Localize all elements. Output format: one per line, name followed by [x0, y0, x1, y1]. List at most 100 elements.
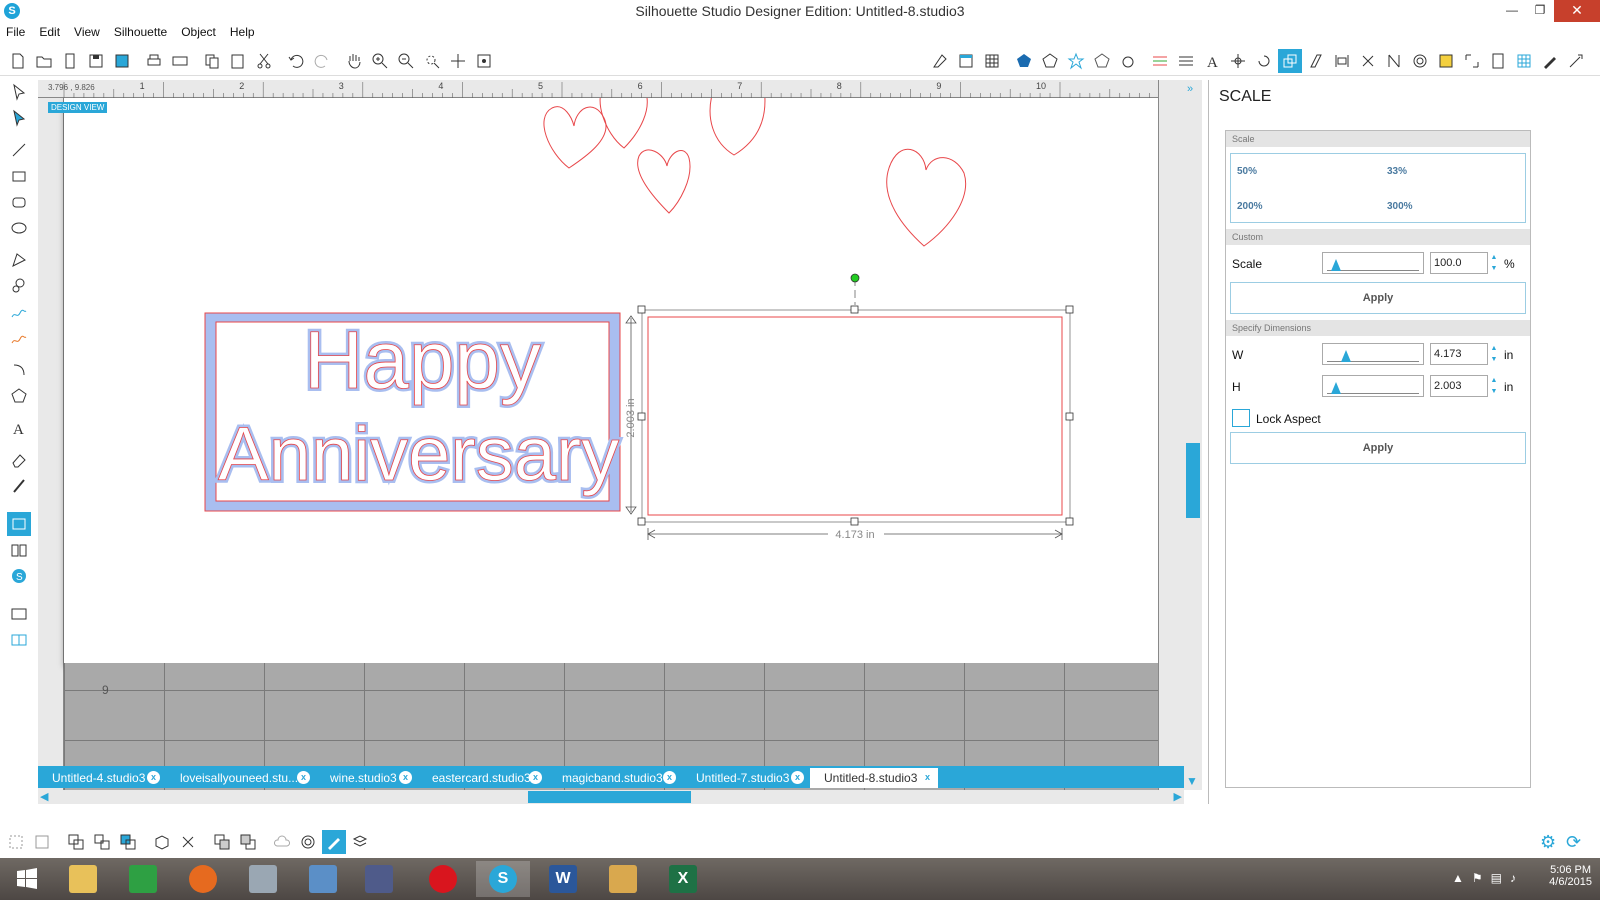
zoom-in-icon[interactable] [368, 49, 392, 73]
layers-icon[interactable] [348, 830, 372, 854]
menu-edit[interactable]: Edit [39, 25, 60, 39]
open-library-icon[interactable] [58, 49, 82, 73]
maps-icon[interactable] [596, 861, 650, 897]
silhouette-store-icon[interactable]: S [7, 564, 31, 588]
horizontal-scrollbar[interactable]: ◀ ▶ [38, 790, 1184, 804]
transform-icon[interactable] [1226, 49, 1250, 73]
line-style-icon[interactable] [1116, 49, 1140, 73]
close-tab-icon[interactable]: x [147, 771, 160, 784]
height-input[interactable]: 2.003 [1430, 375, 1488, 397]
sync-icon[interactable]: ⟳ [1566, 832, 1588, 854]
ungroup-icon[interactable] [30, 830, 54, 854]
ellipse-tool-icon[interactable] [7, 216, 31, 240]
fill-gradient-icon[interactable] [1038, 49, 1062, 73]
width-input[interactable]: 4.173 [1430, 343, 1488, 365]
rotate-icon[interactable] [1252, 49, 1276, 73]
shear-icon[interactable] [1304, 49, 1328, 73]
preset-33[interactable]: 33% [1387, 166, 1407, 177]
control-panel-icon[interactable] [296, 861, 350, 897]
rectangle-tool-icon[interactable] [7, 164, 31, 188]
make-compound-path-icon[interactable] [64, 830, 88, 854]
trace-icon[interactable] [1434, 49, 1458, 73]
cut-icon[interactable] [252, 49, 276, 73]
fit-to-page-icon[interactable] [472, 49, 496, 73]
delete-icon[interactable] [176, 830, 200, 854]
smooth-freehand-tool-icon[interactable] [7, 326, 31, 350]
single-view-icon[interactable] [7, 602, 31, 626]
modify-icon[interactable] [1382, 49, 1406, 73]
action-center-flag-icon[interactable]: ⚑ [1472, 871, 1483, 885]
scale-icon[interactable] [1278, 49, 1302, 73]
menu-help[interactable]: Help [230, 25, 255, 39]
start-button[interactable] [0, 861, 54, 897]
horizontal-scroll-thumb[interactable] [528, 791, 691, 803]
select-tool-icon[interactable] [7, 80, 31, 104]
height-slider[interactable] [1322, 375, 1424, 397]
close-tab-icon[interactable]: x [921, 771, 934, 784]
cut-grid-icon[interactable] [1512, 49, 1536, 73]
offset-icon[interactable] [1408, 49, 1432, 73]
menu-object[interactable]: Object [181, 25, 216, 39]
tab-untitled-7[interactable]: Untitled-7.studio3 x [682, 768, 808, 788]
print-icon[interactable] [142, 49, 166, 73]
line-weight-icon[interactable] [1174, 49, 1198, 73]
split-view-icon[interactable] [7, 628, 31, 652]
menu-file[interactable]: File [6, 25, 25, 39]
scroll-thumb[interactable] [1186, 443, 1200, 518]
paint-icon[interactable] [352, 861, 406, 897]
close-tab-icon[interactable]: x [297, 771, 310, 784]
line-color-icon[interactable] [1090, 49, 1114, 73]
height-spinner[interactable]: ▲ ▼ [1489, 375, 1499, 397]
send-to-back-icon[interactable] [236, 830, 260, 854]
rotate-handle[interactable] [850, 273, 860, 283]
tab-untitled-4[interactable]: Untitled-4.studio3 x [38, 768, 164, 788]
settings-gear-icon[interactable]: ⚙ [1540, 832, 1562, 854]
design-page-view-icon[interactable] [7, 512, 31, 536]
clock[interactable]: 5:06 PM 4/6/2015 [1549, 864, 1592, 888]
preset-200[interactable]: 200% [1237, 201, 1263, 212]
text-style-icon[interactable]: A [1200, 49, 1224, 73]
redo-icon[interactable] [310, 49, 334, 73]
freehand-tool-icon[interactable] [7, 300, 31, 324]
preset-300[interactable]: 300% [1387, 201, 1413, 212]
zoom-select-icon[interactable] [420, 49, 444, 73]
close-tab-icon[interactable]: x [663, 771, 676, 784]
registration-marks-icon[interactable] [1460, 49, 1484, 73]
polygon-tool-icon[interactable] [7, 248, 31, 272]
firefox-icon[interactable] [176, 861, 230, 897]
store-icon[interactable] [116, 861, 170, 897]
rounded-rectangle-tool-icon[interactable] [7, 190, 31, 214]
scale-input[interactable]: 100.0 [1430, 252, 1488, 274]
file-explorer-icon[interactable] [56, 861, 110, 897]
heart-shapes[interactable] [543, 98, 966, 247]
new-file-icon[interactable] [6, 49, 30, 73]
open-folder-icon[interactable] [32, 49, 56, 73]
weld-icon[interactable] [116, 830, 140, 854]
replicate-icon[interactable] [1356, 49, 1380, 73]
close-tab-icon[interactable]: x [399, 771, 412, 784]
design-page[interactable]: Happy Happy Anniversary Anniversary 2.00… [64, 98, 1160, 663]
eraser-tool-icon[interactable] [7, 448, 31, 472]
paste-icon[interactable] [226, 49, 250, 73]
close-tab-icon[interactable]: x [529, 771, 542, 784]
menu-silhouette[interactable]: Silhouette [114, 25, 167, 39]
fill-color-icon[interactable] [1012, 49, 1036, 73]
line-tool-icon[interactable] [7, 138, 31, 162]
selected-rectangle[interactable] [637, 273, 1074, 526]
undo-icon[interactable] [284, 49, 308, 73]
lock-aspect-checkbox[interactable] [1232, 409, 1250, 427]
cut-settings-icon[interactable] [1538, 49, 1562, 73]
tab-magicband[interactable]: magicband.studio3 x [548, 768, 680, 788]
menu-view[interactable]: View [74, 25, 100, 39]
network-icon[interactable]: ▤ [1491, 871, 1502, 885]
drag-zoom-icon[interactable] [446, 49, 470, 73]
scroll-left-arrow-icon[interactable]: ◀ [40, 790, 48, 803]
scroll-right-arrow-icon[interactable]: ▶ [1174, 790, 1182, 803]
page-icon[interactable] [954, 49, 978, 73]
scroll-down-arrow-icon[interactable]: ▼ [1186, 774, 1198, 788]
excel-icon[interactable]: X [656, 861, 710, 897]
3d-box-icon[interactable] [150, 830, 174, 854]
regular-polygon-tool-icon[interactable] [7, 384, 31, 408]
fill-pattern-icon[interactable] [1064, 49, 1088, 73]
close-tab-icon[interactable]: x [791, 771, 804, 784]
